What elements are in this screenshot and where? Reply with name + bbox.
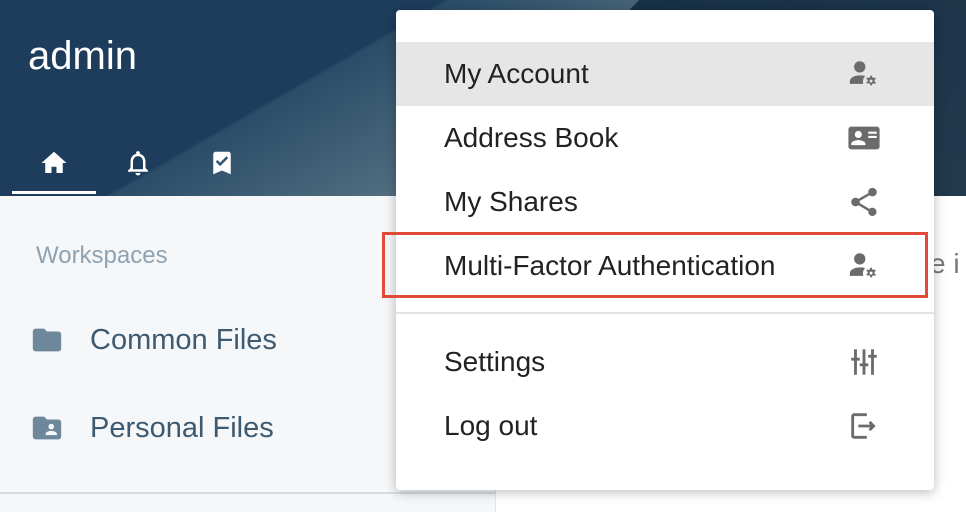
contact-card-icon	[844, 118, 884, 158]
menu-item-my-account[interactable]: My Account	[396, 42, 934, 106]
content-text-fragment: e i	[930, 248, 960, 279]
tab-bookmarks[interactable]	[180, 130, 264, 196]
menu-item-settings[interactable]: Settings	[396, 330, 934, 394]
sidebar-divider	[0, 492, 496, 494]
menu-item-label: My Account	[444, 58, 589, 89]
menu-divider	[396, 312, 934, 314]
section-title-workspaces: Workspaces	[36, 242, 168, 269]
menu-item-address-book[interactable]: Address Book	[396, 106, 934, 170]
tab-home[interactable]	[12, 130, 96, 196]
menu-item-label: Address Book	[444, 122, 619, 153]
menu-item-label: Log out	[444, 410, 538, 441]
sidebar-item-label: Personal Files	[90, 411, 274, 444]
home-icon	[41, 151, 67, 173]
user-settings-icon	[844, 246, 884, 286]
menu-item-label: My Shares	[444, 186, 578, 217]
sliders-icon	[844, 342, 884, 382]
sidebar-item-label: Common Files	[90, 323, 277, 356]
bell-icon	[128, 151, 148, 176]
bookmark-check-icon	[213, 151, 231, 175]
menu-item-label: Multi-Factor Authentication	[444, 250, 776, 281]
menu-item-label: Settings	[444, 346, 546, 377]
user-menu: My Account Address Book My Shares Multi-…	[396, 10, 934, 490]
user-settings-icon	[844, 54, 884, 94]
person-folder-icon	[32, 416, 62, 440]
menu-item-log-out[interactable]: Log out	[396, 394, 934, 458]
logout-icon	[844, 406, 884, 446]
tab-notifications[interactable]	[96, 130, 180, 196]
folder-icon	[32, 328, 62, 352]
menu-item-my-shares[interactable]: My Shares	[396, 170, 934, 234]
username-title: admin	[28, 34, 137, 78]
share-icon	[844, 182, 884, 222]
menu-item-multi-factor-authentication[interactable]: Multi-Factor Authentication	[396, 234, 934, 298]
